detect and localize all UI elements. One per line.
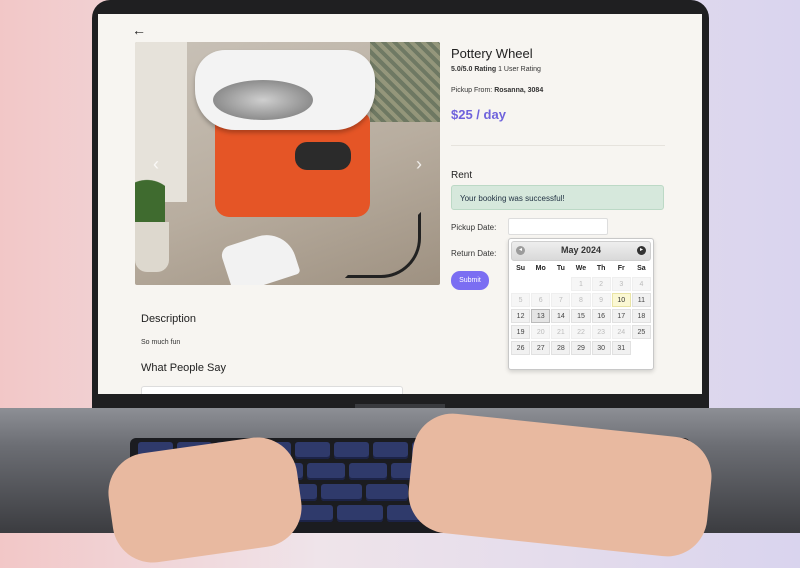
calendar-day[interactable]: 12 (511, 309, 531, 323)
calendar-day: 7 (551, 293, 571, 307)
price: $25 / day (451, 107, 506, 122)
rating-count: 1 User Rating (498, 66, 541, 73)
rating-value: 5.0/5.0 Rating (451, 66, 497, 73)
calendar-day: 4 (631, 277, 651, 291)
calendar-day: 3 (611, 277, 631, 291)
calendar-day[interactable]: 30 (591, 341, 611, 355)
calendar-day[interactable]: 29 (571, 341, 591, 355)
calendar-day[interactable]: 13 (531, 309, 551, 323)
weekday-header: We (575, 265, 587, 272)
calendar-day: 21 (551, 325, 571, 339)
datepicker-grid: Su Mo Tu We Th Fr Sa 1 2 3 4 5 6 7 8 9 10 11 12 13 14 15 16 17 1… (511, 263, 651, 355)
calendar-day[interactable]: 16 (591, 309, 611, 323)
calendar-day: 23 (591, 325, 611, 339)
description-text: So much fun (141, 339, 181, 346)
pickup-date-label: Pickup Date: (451, 223, 497, 232)
pickup-location-value: Rosanna, 3084 (494, 87, 544, 94)
weekday-header: Tu (556, 265, 565, 272)
weekday-header: Su (516, 265, 526, 272)
return-date-label: Return Date: (451, 249, 497, 258)
datepicker-month-title: May 2024 (560, 245, 602, 255)
calendar-day[interactable]: 31 (611, 341, 631, 355)
weekday-header: Mo (535, 265, 546, 272)
calendar-day: 6 (531, 293, 551, 307)
calendar-day[interactable]: 19 (511, 325, 531, 339)
next-month-icon[interactable]: ▸ (637, 246, 646, 255)
carousel-next-icon[interactable]: › (416, 154, 422, 175)
rent-heading: Rent (451, 170, 473, 181)
calendar-day: 24 (611, 325, 631, 339)
calendar-day: 2 (591, 277, 611, 291)
weekday-header: Th (596, 265, 606, 272)
weekday-header: Fr (617, 265, 625, 272)
success-alert: Your booking was successful! (451, 185, 664, 210)
datepicker-header: ◂ May 2024 ▸ (511, 241, 651, 261)
weekday-header: Sa (637, 265, 646, 272)
calendar-day-blank (531, 277, 550, 291)
divider (451, 145, 665, 146)
pickup-date-input[interactable] (508, 218, 608, 235)
calendar-day[interactable]: 10 (611, 293, 631, 307)
calendar-day[interactable]: 17 (611, 309, 631, 323)
calendar-day[interactable]: 26 (511, 341, 531, 355)
calendar-day-blank (511, 277, 530, 291)
description-heading: Description (141, 313, 197, 325)
browser-screen: ← ‹ › Pottery Wheel 5.0/5.0 Rating 1 Use… (98, 14, 702, 394)
submit-button[interactable]: Submit (451, 271, 489, 290)
carousel-prev-icon[interactable]: ‹ (153, 154, 159, 175)
calendar-day[interactable]: 15 (571, 309, 591, 323)
calendar-day: 1 (571, 277, 591, 291)
product-title: Pottery Wheel (451, 46, 533, 61)
product-image-carousel[interactable]: ‹ › (135, 42, 440, 285)
calendar-day[interactable]: 25 (631, 325, 651, 339)
review-card (141, 386, 403, 394)
back-arrow-icon[interactable]: ← (132, 22, 146, 38)
pickup-location: Pickup From: Rosanna, 3084 (451, 87, 543, 94)
calendar-day[interactable]: 14 (551, 309, 571, 323)
calendar-day: 20 (531, 325, 551, 339)
calendar-day: 22 (571, 325, 591, 339)
reviews-heading: What People Say (141, 362, 226, 374)
calendar-day: 9 (591, 293, 611, 307)
calendar-day[interactable]: 11 (631, 293, 651, 307)
calendar-day: 5 (511, 293, 531, 307)
calendar-day[interactable]: 18 (631, 309, 651, 323)
calendar-day-blank (551, 277, 570, 291)
datepicker: ◂ May 2024 ▸ Su Mo Tu We Th Fr Sa 1 2 3 4 5 6 7 8 9 10 11… (508, 238, 654, 370)
product-rating: 5.0/5.0 Rating 1 User Rating (451, 66, 541, 73)
pickup-label: Pickup From: (451, 87, 493, 94)
calendar-day: 8 (571, 293, 591, 307)
calendar-day[interactable]: 28 (551, 341, 571, 355)
calendar-day[interactable]: 27 (531, 341, 551, 355)
